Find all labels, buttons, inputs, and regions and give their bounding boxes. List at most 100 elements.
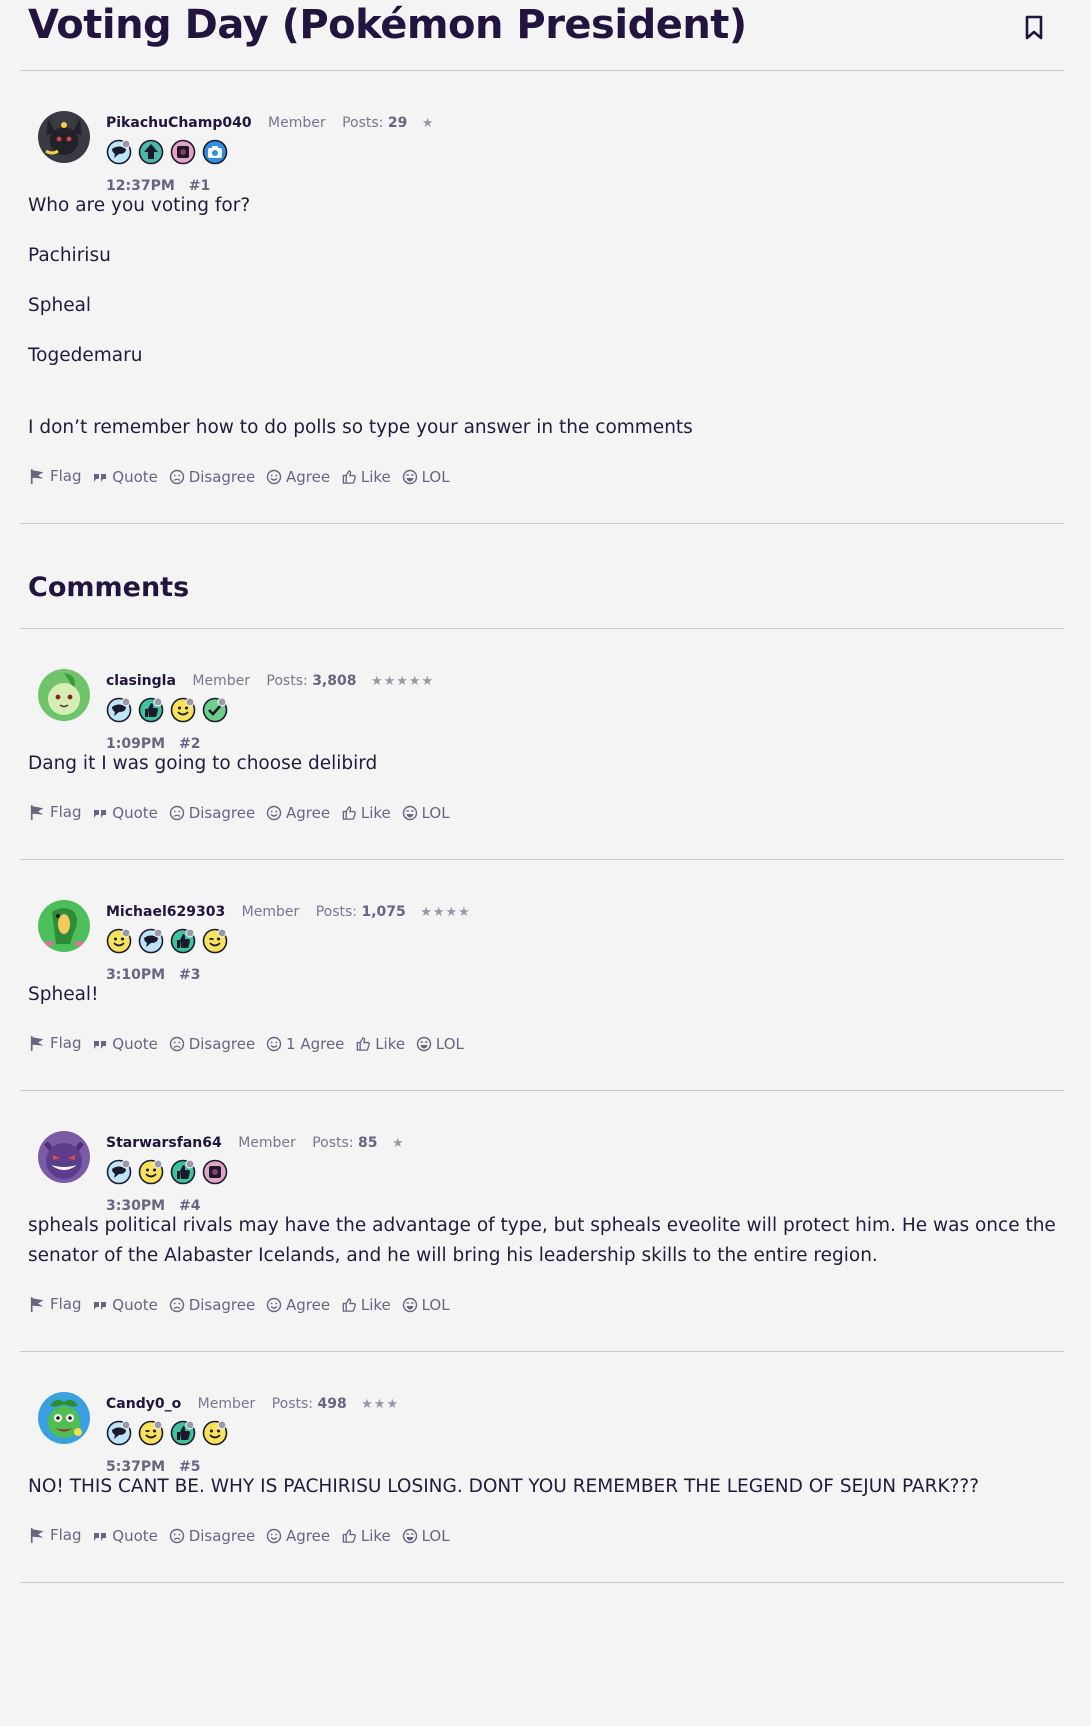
like-button[interactable]: Like — [341, 468, 391, 486]
agree-button[interactable]: Agree — [266, 1296, 330, 1314]
posts-label: Posts: — [342, 115, 384, 131]
disagree-button[interactable]: Disagree — [169, 468, 255, 486]
agree-button[interactable]: Agree — [266, 468, 330, 486]
smiley-badge-icon[interactable] — [138, 1159, 164, 1185]
speech-bubble-badge-icon[interactable] — [138, 928, 164, 954]
lol-button[interactable]: LOL — [416, 1035, 464, 1053]
lol-button[interactable]: LOL — [402, 1296, 450, 1314]
disagree-button[interactable]: Disagree — [169, 804, 255, 822]
post-time[interactable]: 5:37PM — [106, 1459, 165, 1475]
wink-badge-icon[interactable] — [202, 928, 228, 954]
umbreon-avatar[interactable] — [38, 111, 90, 163]
thumbs-up-badge-icon[interactable] — [138, 697, 164, 723]
lol-button[interactable]: LOL — [402, 804, 450, 822]
disagree-button[interactable]: Disagree — [169, 1035, 255, 1053]
smiley-badge-icon[interactable] — [170, 697, 196, 723]
username[interactable]: Candy0_o — [106, 1396, 181, 1412]
quote-button[interactable]: Quote — [92, 1296, 158, 1314]
username[interactable]: clasingla — [106, 673, 176, 689]
lol-button[interactable]: LOL — [402, 468, 450, 486]
post-paragraph: Dang it I was going to choose delibird — [28, 753, 378, 774]
lol-label: LOL — [421, 1527, 450, 1545]
speech-bubble-badge-icon[interactable] — [106, 1420, 132, 1446]
post-author: PikachuChamp040 Member Posts: 29 ★ 12:37… — [20, 71, 1064, 194]
flag-button[interactable]: Flag — [28, 1295, 82, 1313]
posts-label: Posts: — [271, 1396, 314, 1412]
sad-face-icon — [169, 1528, 184, 1544]
sad-face-icon — [169, 805, 184, 821]
quote-button[interactable]: Quote — [92, 804, 158, 822]
photo-frame-badge-icon[interactable] — [202, 1159, 228, 1185]
sad-face-icon — [169, 1036, 184, 1052]
post-time[interactable]: 3:10PM — [106, 967, 165, 983]
speech-bubble-badge-icon[interactable] — [106, 139, 132, 165]
chikorita-avatar[interactable] — [38, 669, 90, 721]
username[interactable]: PikachuChamp040 — [106, 115, 252, 131]
flag-icon — [30, 1527, 45, 1544]
quote-button[interactable]: Quote — [92, 1527, 158, 1545]
like-button[interactable]: Like — [341, 1527, 391, 1545]
quote-icon — [94, 810, 107, 818]
camera-badge-icon[interactable] — [202, 139, 228, 165]
quote-button[interactable]: Quote — [92, 468, 158, 486]
photo-frame-badge-icon[interactable] — [170, 139, 196, 165]
speech-bubble-badge-icon[interactable] — [106, 1159, 132, 1185]
smiley-badge-icon[interactable] — [106, 928, 132, 954]
post-count: 1,075 — [361, 904, 406, 920]
thumbs-up-icon — [342, 470, 356, 484]
post-timestamp: 12:37PM #1 — [106, 178, 210, 194]
post-number[interactable]: #4 — [179, 1198, 200, 1214]
post-author: Starwarsfan64 Member Posts: 85 ★ 3:30PM #… — [20, 1091, 1064, 1214]
quote-button[interactable]: Quote — [92, 1035, 158, 1053]
post-number[interactable]: #3 — [179, 967, 200, 983]
flag-icon — [30, 1035, 45, 1052]
like-button[interactable]: Like — [341, 804, 391, 822]
flag-button[interactable]: Flag — [28, 1526, 82, 1544]
rank-stars: ★★★★★ — [370, 674, 435, 689]
post-count: 3,808 — [312, 673, 357, 689]
agree-button[interactable]: 1 Agree — [266, 1035, 344, 1053]
flag-button[interactable]: Flag — [28, 467, 82, 485]
badge-list — [106, 697, 234, 725]
lol-button[interactable]: LOL — [402, 1527, 450, 1545]
like-button[interactable]: Like — [341, 1296, 391, 1314]
thumbs-up-badge-icon[interactable] — [170, 1159, 196, 1185]
disagree-button[interactable]: Disagree — [169, 1527, 255, 1545]
bookmark-icon[interactable] — [1022, 14, 1046, 42]
username[interactable]: Michael629303 — [106, 904, 225, 920]
thumbs-up-badge-icon[interactable] — [170, 1420, 196, 1446]
agree-button[interactable]: Agree — [266, 1527, 330, 1545]
post-time[interactable]: 12:37PM — [106, 178, 175, 194]
wink-badge-icon[interactable] — [138, 1420, 164, 1446]
check-badge-icon[interactable] — [202, 697, 228, 723]
username[interactable]: Starwarsfan64 — [106, 1135, 222, 1151]
arrow-up-badge-icon[interactable] — [138, 139, 164, 165]
flag-button[interactable]: Flag — [28, 1034, 82, 1052]
smiley-badge-icon[interactable] — [202, 1420, 228, 1446]
disagree-button[interactable]: Disagree — [169, 1296, 255, 1314]
thumbs-up-icon — [342, 1298, 356, 1312]
post-number[interactable]: #1 — [189, 178, 210, 194]
politoed-avatar[interactable] — [38, 1392, 90, 1444]
post-number[interactable]: #2 — [179, 736, 200, 752]
speech-bubble-badge-icon[interactable] — [106, 697, 132, 723]
quote-icon — [94, 1041, 107, 1049]
flag-button[interactable]: Flag — [28, 803, 82, 821]
thumbs-up-badge-icon[interactable] — [170, 928, 196, 954]
post-paragraph: I don’t remember how to do polls so type… — [28, 417, 693, 438]
tropius-avatar[interactable] — [38, 900, 90, 952]
gengar-avatar[interactable] — [38, 1131, 90, 1183]
agree-button[interactable]: Agree — [266, 804, 330, 822]
smile-face-icon — [266, 1036, 282, 1052]
like-button[interactable]: Like — [355, 1035, 405, 1053]
flag-label: Flag — [50, 1034, 82, 1052]
post-number[interactable]: #5 — [179, 1459, 200, 1475]
like-label: Like — [360, 468, 391, 486]
post-actions: Flag Quote Disagree Agree Like LOL — [20, 1522, 1064, 1582]
thumbs-up-icon — [342, 806, 356, 820]
post-time[interactable]: 3:30PM — [106, 1198, 165, 1214]
author-meta: Starwarsfan64 Member Posts: 85 ★ — [106, 1135, 405, 1151]
post-time[interactable]: 1:09PM — [106, 736, 165, 752]
smile-face-icon — [266, 805, 282, 821]
quote-label: Quote — [112, 1296, 158, 1314]
